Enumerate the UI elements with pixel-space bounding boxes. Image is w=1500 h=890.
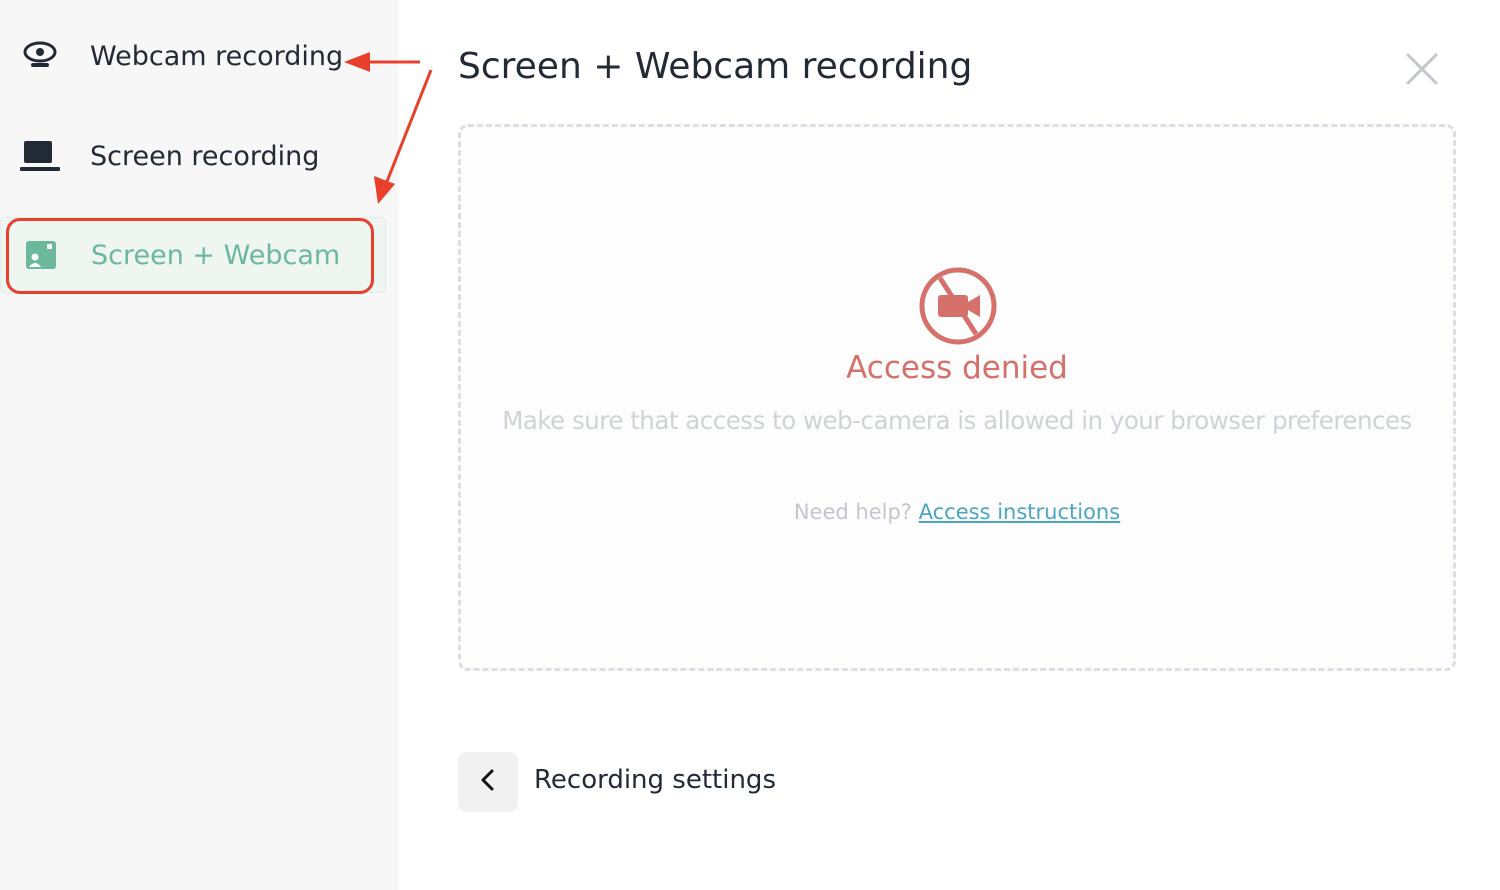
recording-settings-label[interactable]: Recording settings (534, 765, 776, 795)
sidebar-item-label: Screen + Webcam (91, 239, 341, 271)
sidebar-item-label: Screen recording (90, 140, 320, 172)
chevron-left-icon (478, 768, 498, 796)
sidebar-item-screen-webcam[interactable]: Screen + Webcam (0, 217, 386, 293)
camera-off-icon (918, 266, 998, 346)
access-instructions-link[interactable]: Access instructions (919, 500, 1121, 524)
sidebar-item-webcam-recording[interactable]: Webcam recording (0, 18, 386, 94)
recording-dialog: Webcam recording Screen recording Screen… (0, 0, 1500, 890)
access-denied-title: Access denied (846, 350, 1068, 386)
help-prefix: Need help? (793, 500, 912, 524)
webcam-icon (20, 38, 60, 74)
sidebar-item-label: Webcam recording (90, 40, 344, 72)
access-denied-message: Make sure that access to web-camera is a… (502, 406, 1412, 435)
camera-preview-area (458, 124, 1456, 671)
page-title: Screen + Webcam recording (458, 46, 973, 87)
help-line: Need help? Access instructions (458, 500, 1456, 524)
laptop-icon (20, 138, 60, 174)
close-icon (1405, 52, 1439, 90)
sidebar-item-screen-recording[interactable]: Screen recording (0, 118, 386, 194)
recording-mode-sidebar: Webcam recording Screen recording Screen… (0, 0, 398, 890)
screen-webcam-icon (21, 237, 61, 273)
back-button[interactable] (458, 752, 518, 812)
close-button[interactable] (1398, 48, 1446, 94)
